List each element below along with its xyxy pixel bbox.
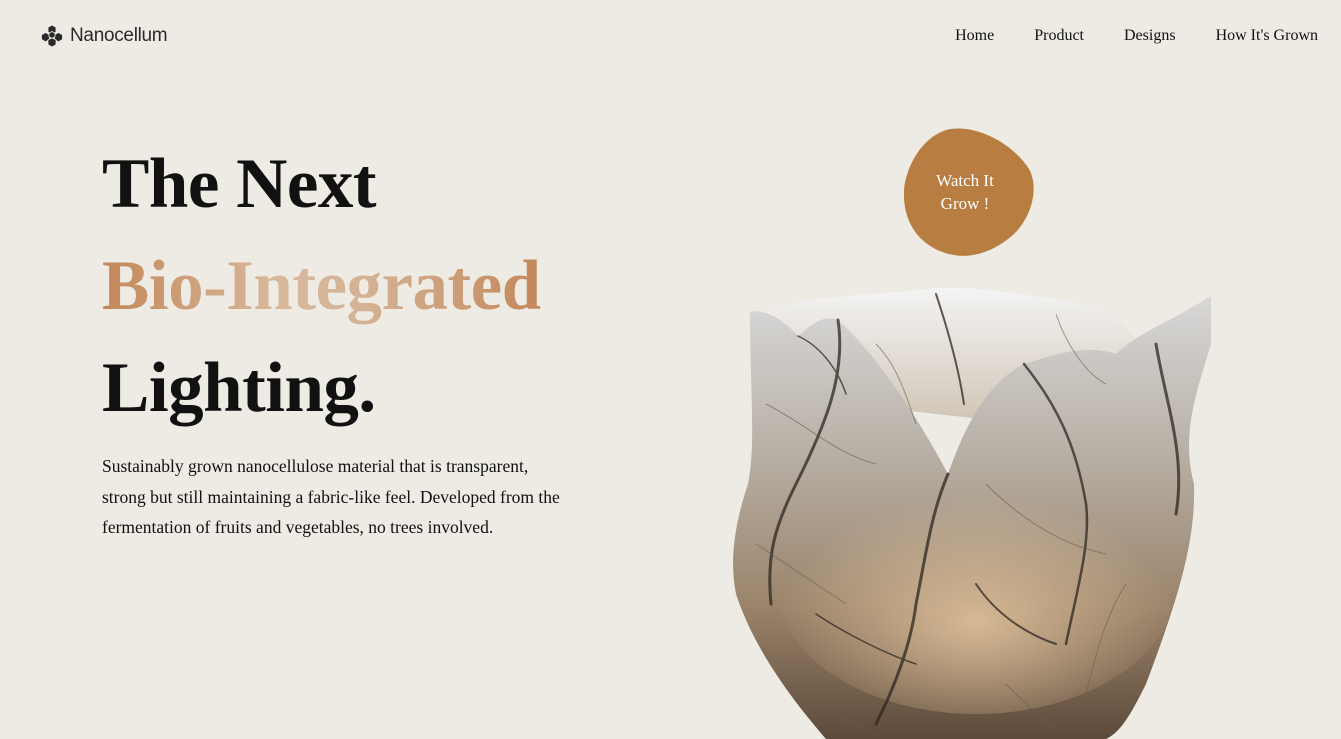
cta-label-line-1: Watch It [936, 171, 994, 190]
nav-home[interactable]: Home [955, 27, 994, 45]
headline-line-3: Lighting. [102, 349, 376, 427]
brand-name: Nanocellum [70, 25, 168, 46]
headline-line-2: Bio-Integrated [102, 235, 541, 337]
hero-headline: The Next Bio-Integrated Lighting. [102, 133, 541, 439]
main-nav: Home Product Designs How It's Grown [915, 27, 1318, 45]
nav-how-its-grown[interactable]: How It's Grown [1216, 27, 1318, 45]
cta-label: Watch It Grow ! [904, 169, 1026, 215]
brand-logo[interactable]: Nanocellum [40, 24, 168, 48]
hexagon-cluster-icon [41, 24, 63, 48]
nav-designs[interactable]: Designs [1124, 27, 1176, 45]
nanocellulose-lamp-image [733, 287, 1211, 739]
watch-it-grow-button[interactable]: Watch It Grow ! [904, 127, 1034, 257]
hero-description: Sustainably grown nanocellulose material… [102, 456, 560, 537]
nav-product[interactable]: Product [1034, 27, 1084, 45]
cta-label-line-2: Grow ! [940, 194, 990, 213]
headline-line-1: The Next [102, 145, 377, 223]
